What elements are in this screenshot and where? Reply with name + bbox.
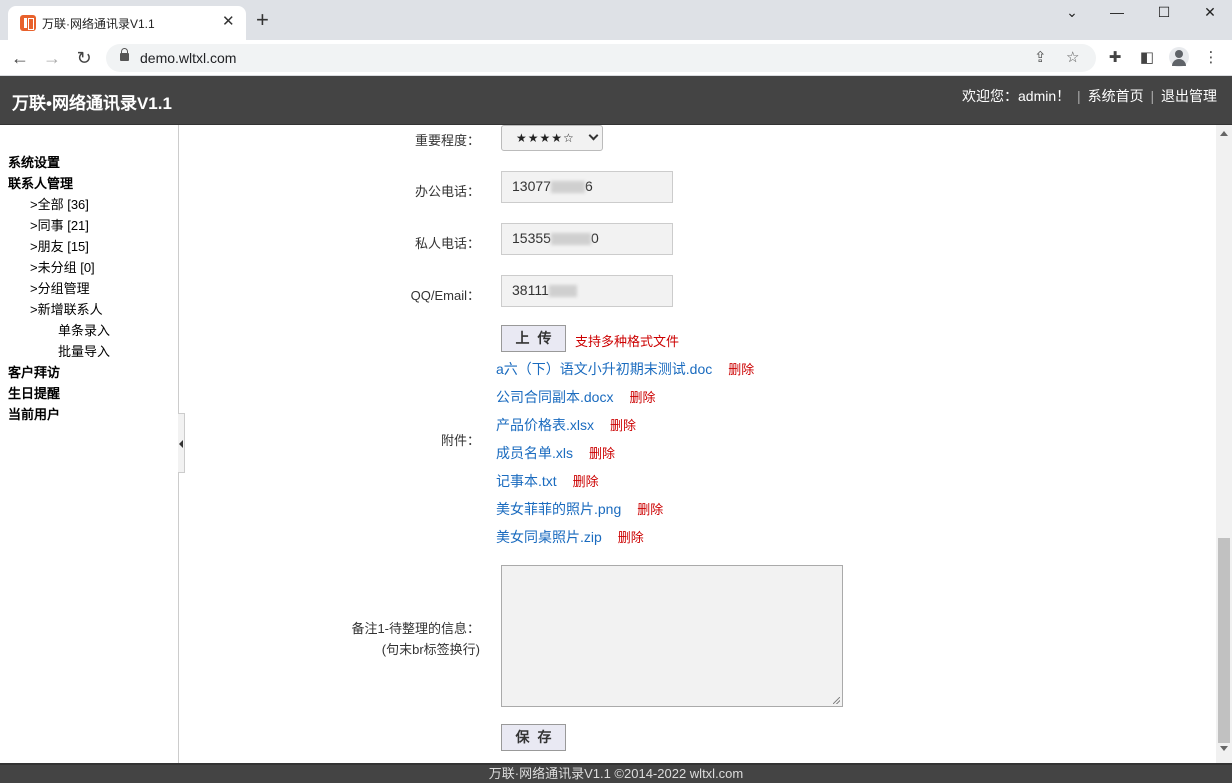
attachment-link[interactable]: 美女菲菲的照片.png bbox=[496, 501, 621, 517]
logout-link[interactable]: 退出管理 bbox=[1161, 88, 1217, 104]
attachment-item: 成员名单.xls 删除 bbox=[496, 443, 615, 463]
sidebar-item-contacts-mgmt[interactable]: 联系人管理 bbox=[8, 173, 73, 192]
private-phone-input[interactable]: 15355 0 bbox=[501, 223, 673, 255]
scroll-thumb[interactable] bbox=[1218, 538, 1230, 743]
attachment-item: 美女同桌照片.zip 删除 bbox=[496, 527, 644, 547]
lock-icon[interactable] bbox=[120, 48, 129, 61]
back-arrow-icon[interactable]: ← bbox=[8, 46, 32, 70]
sidebar-item-batch-import[interactable]: 批量导入 bbox=[58, 341, 110, 360]
attachment-delete-link[interactable]: 删除 bbox=[610, 418, 636, 433]
tab-close-icon[interactable]: ✕ bbox=[222, 14, 235, 30]
sidebar-item-add-contact[interactable]: >新增联系人 bbox=[30, 299, 103, 318]
app-header: 万联•网络通讯录V1.1 欢迎您：admin！ | 系统首页 | 退出管理 bbox=[0, 76, 1232, 125]
maximize-icon[interactable]: ☐ bbox=[1149, 4, 1179, 24]
url-text[interactable]: demo.wltxl.com bbox=[140, 50, 236, 66]
attachment-item: 美女菲菲的照片.png 删除 bbox=[496, 499, 663, 519]
attachment-item: 公司合同副本.docx 删除 bbox=[496, 387, 655, 407]
browser-tab[interactable]: 万联·网络通讯录V1.1 ✕ bbox=[8, 6, 246, 40]
attachment-link[interactable]: a六（下）语文小升初期末测试.doc bbox=[496, 361, 712, 377]
header-separator: | bbox=[1077, 88, 1081, 104]
minimize-icon[interactable]: — bbox=[1102, 4, 1132, 24]
forward-arrow-icon[interactable]: → bbox=[40, 46, 64, 70]
sidebar-item-ungrouped[interactable]: >未分组 [0] bbox=[30, 257, 95, 276]
sidebar-item-group-mgmt[interactable]: >分组管理 bbox=[30, 278, 90, 297]
qq-email-label: QQ/Email： bbox=[410, 288, 480, 303]
address-bar[interactable]: demo.wltxl.com ⇪ ☆ bbox=[106, 44, 1096, 72]
qq-email-input[interactable]: 38111 bbox=[501, 275, 673, 307]
notes-textarea[interactable] bbox=[501, 565, 843, 707]
sidebar-item-customer-visits[interactable]: 客户拜访 bbox=[8, 362, 60, 381]
attachment-delete-link[interactable]: 删除 bbox=[573, 474, 599, 489]
attachments-label: 附件： bbox=[440, 433, 480, 448]
browser-tabstrip: 万联·网络通讯录V1.1 ✕ + ⌄ — ☐ ✕ bbox=[0, 0, 1232, 40]
notes-label: 备注1-待整理的信息： bbox=[351, 621, 480, 636]
extensions-puzzle-icon[interactable]: ✚ bbox=[1105, 48, 1125, 66]
notes-sublabel: (句末br标签换行) bbox=[381, 642, 480, 657]
private-phone-label: 私人电话： bbox=[414, 236, 480, 251]
contact-form: 重要程度： ★★★★☆ 办公电话： 13077 6 私人电话： 15355 0 QQ… bbox=[180, 125, 1216, 763]
attachment-delete-link[interactable]: 删除 bbox=[589, 446, 615, 461]
new-tab-icon[interactable]: + bbox=[256, 9, 269, 31]
attachment-item: 记事本.txt 删除 bbox=[496, 471, 599, 491]
app-title: 万联•网络通讯录V1.1 bbox=[12, 94, 172, 113]
profile-avatar-icon[interactable] bbox=[1169, 47, 1189, 67]
home-link[interactable]: 系统首页 bbox=[1088, 88, 1144, 104]
attachment-link[interactable]: 公司合同副本.docx bbox=[496, 389, 613, 405]
attachment-delete-link[interactable]: 删除 bbox=[629, 390, 655, 405]
sidebar-item-birthday-reminder[interactable]: 生日提醒 bbox=[8, 383, 60, 402]
header-separator: | bbox=[1150, 88, 1155, 104]
sidebar: 系统设置 联系人管理 >全部 [36] >同事 [21] >朋友 [15] >未… bbox=[0, 125, 179, 763]
bookmark-star-icon[interactable]: ☆ bbox=[1066, 48, 1079, 66]
sidebar-item-colleagues[interactable]: >同事 [21] bbox=[30, 215, 89, 234]
redaction-blur bbox=[550, 181, 585, 194]
browser-toolbar: ← → ↻ demo.wltxl.com ⇪ ☆ ✚ ◧ ⋮ bbox=[0, 40, 1232, 76]
sidebar-item-system-settings[interactable]: 系统设置 bbox=[8, 152, 60, 171]
attachment-link[interactable]: 产品价格表.xlsx bbox=[496, 417, 594, 433]
attachment-item: a六（下）语文小升初期末测试.doc 删除 bbox=[496, 359, 754, 379]
sidebar-item-single-entry[interactable]: 单条录入 bbox=[58, 320, 110, 339]
sidebar-item-current-user[interactable]: 当前用户 bbox=[8, 404, 60, 423]
redaction-blur bbox=[550, 233, 591, 246]
scroll-up-arrow-icon[interactable] bbox=[1220, 131, 1228, 136]
attachment-link[interactable]: 美女同桌照片.zip bbox=[496, 529, 602, 545]
private-phone-suffix: 0 bbox=[590, 230, 599, 246]
welcome-text: 欢迎您：admin！ bbox=[962, 88, 1071, 104]
menu-kebab-icon[interactable]: ⋮ bbox=[1201, 48, 1221, 66]
attachment-link[interactable]: 记事本.txt bbox=[496, 473, 557, 489]
share-icon[interactable]: ⇪ bbox=[1034, 48, 1047, 66]
side-panel-icon[interactable]: ◧ bbox=[1137, 48, 1157, 66]
upload-hint: 支持多种格式文件 bbox=[575, 334, 680, 349]
office-phone-input[interactable]: 13077 6 bbox=[501, 171, 673, 203]
office-phone-label: 办公电话： bbox=[414, 184, 480, 199]
private-phone-prefix: 15355 bbox=[512, 230, 551, 246]
office-phone-suffix: 6 bbox=[584, 178, 593, 194]
importance-value: ★★★★☆ bbox=[516, 131, 575, 145]
window-close-icon[interactable]: ✕ bbox=[1195, 4, 1225, 24]
scroll-down-arrow-icon[interactable] bbox=[1220, 746, 1228, 751]
tab-search-chevron-icon[interactable]: ⌄ bbox=[1057, 4, 1087, 24]
page-scrollbar[interactable] bbox=[1216, 125, 1232, 763]
qq-email-prefix: 38111 bbox=[512, 282, 549, 298]
attachment-delete-link[interactable]: 删除 bbox=[637, 502, 663, 517]
upload-button[interactable]: 上传 bbox=[501, 325, 566, 352]
attachment-delete-link[interactable]: 删除 bbox=[618, 530, 644, 545]
attachment-item: 产品价格表.xlsx 删除 bbox=[496, 415, 636, 435]
reload-icon[interactable]: ↻ bbox=[72, 46, 96, 70]
header-user-area: 欢迎您：admin！ | 系统首页 | 退出管理 bbox=[962, 86, 1217, 106]
chevron-down-icon bbox=[588, 130, 599, 141]
office-phone-prefix: 13077 bbox=[512, 178, 551, 194]
page-footer: 万联·网络通讯录V1.1 ©2014-2022 wltxl.com bbox=[0, 763, 1232, 783]
importance-label: 重要程度： bbox=[414, 133, 480, 148]
sidebar-item-friends[interactable]: >朋友 [15] bbox=[30, 236, 89, 255]
redaction-blur bbox=[548, 285, 577, 298]
attachment-link[interactable]: 成员名单.xls bbox=[496, 445, 573, 461]
tab-title: 万联·网络通讯录V1.1 bbox=[42, 17, 155, 31]
book-favicon-icon bbox=[20, 15, 36, 31]
save-button[interactable]: 保存 bbox=[501, 724, 566, 751]
importance-select[interactable]: ★★★★☆ bbox=[501, 125, 603, 151]
attachment-delete-link[interactable]: 删除 bbox=[728, 362, 754, 377]
sidebar-item-all[interactable]: >全部 [36] bbox=[30, 194, 89, 213]
